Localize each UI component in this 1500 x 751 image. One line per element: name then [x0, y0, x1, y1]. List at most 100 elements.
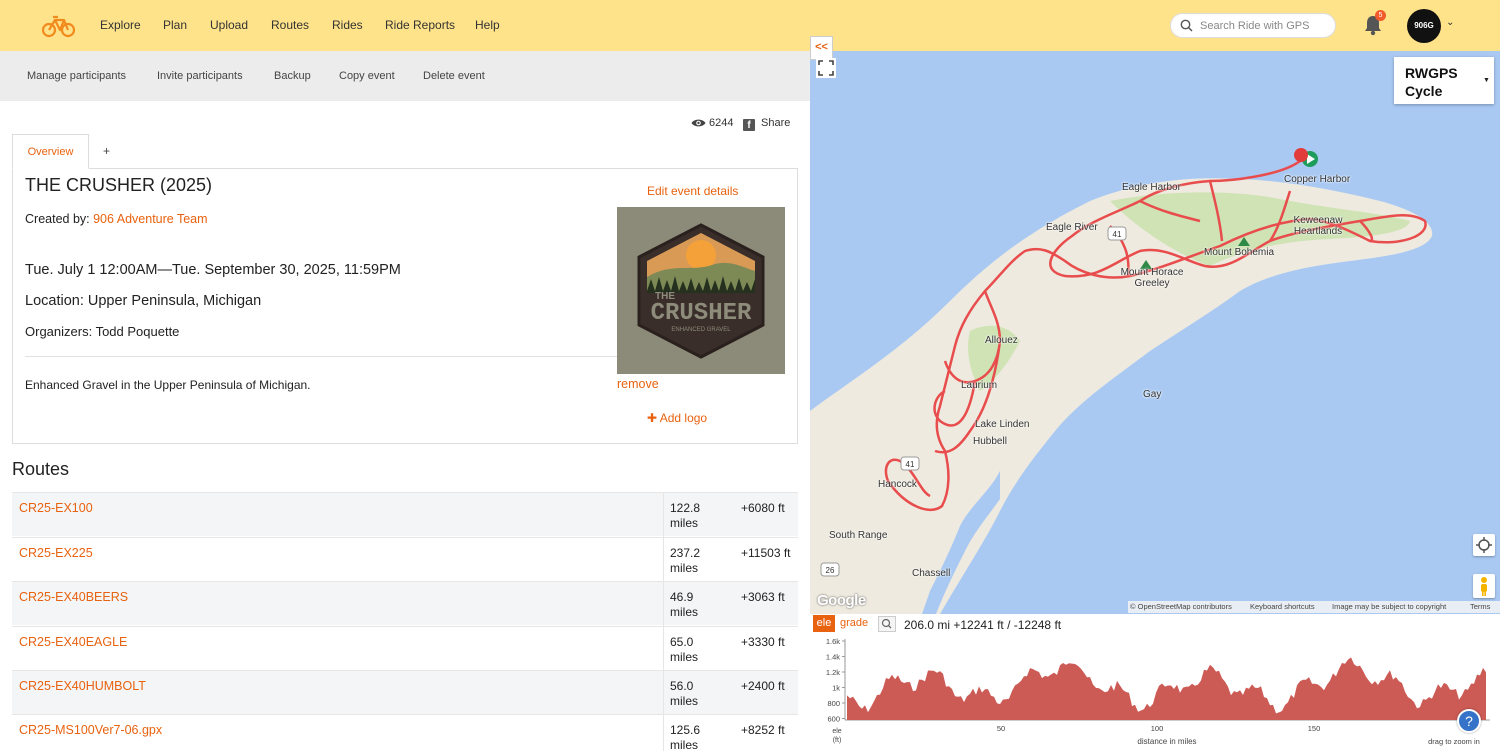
- top-nav: Explore Plan Upload Routes Rides Ride Re…: [0, 0, 1500, 51]
- table-row[interactable]: CR25-EX100 122.8 miles +6080 ft: [12, 492, 798, 537]
- y-tick-label: 800: [827, 699, 840, 708]
- invite-participants-button[interactable]: Invite participants: [157, 70, 243, 82]
- column-divider: [663, 715, 664, 751]
- x-axis-label: distance in miles: [1137, 737, 1196, 746]
- route-elevation: +2400 ft: [741, 679, 785, 693]
- search-icon: [1180, 19, 1193, 32]
- backup-button[interactable]: Backup: [274, 70, 311, 82]
- nav-upload[interactable]: Upload: [210, 18, 248, 32]
- logo-text-crusher: CRUSHER: [651, 300, 752, 327]
- table-row[interactable]: CR25-EX40HUMBOLT 56.0 miles +2400 ft: [12, 670, 798, 715]
- route-distance: 46.9 miles: [670, 590, 718, 620]
- distance-value: 125.6: [670, 723, 701, 737]
- caret-down-icon: ▼: [1483, 77, 1490, 84]
- route-distance: 125.6 miles: [670, 723, 718, 751]
- osm-attribution[interactable]: © OpenStreetMap contributors: [1130, 602, 1232, 611]
- locate-button[interactable]: [1473, 534, 1495, 556]
- distance-unit: miles: [670, 694, 699, 708]
- collapse-sidebar-button[interactable]: <<: [810, 36, 833, 60]
- organizer-link[interactable]: 906 Adventure Team: [93, 212, 207, 226]
- fullscreen-button[interactable]: [816, 58, 836, 78]
- fullscreen-icon: [818, 60, 834, 76]
- table-row[interactable]: CR25-EX40EAGLE 65.0 miles +3330 ft: [12, 626, 798, 671]
- manage-participants-button[interactable]: Manage participants: [27, 70, 126, 82]
- tab-overview[interactable]: Overview: [12, 134, 89, 169]
- map-type-label: RWGPS Cycle: [1405, 65, 1458, 99]
- chevron-down-icon[interactable]: ⌄: [1446, 17, 1454, 28]
- nav-routes[interactable]: Routes: [271, 18, 309, 32]
- table-row[interactable]: CR25-EX225 237.2 miles +11503 ft: [12, 537, 798, 582]
- keyboard-shortcuts-link[interactable]: Keyboard shortcuts: [1250, 602, 1315, 611]
- map-type-select[interactable]: RWGPS Cycle ▼: [1394, 57, 1494, 104]
- bicycle-logo-icon[interactable]: [42, 12, 76, 38]
- route-name-link[interactable]: CR25-EX40BEERS: [19, 590, 128, 604]
- search-input[interactable]: Search Ride with GPS: [1170, 13, 1336, 38]
- share-button[interactable]: f Share: [743, 117, 790, 131]
- route-elevation: +3330 ft: [741, 635, 785, 649]
- avatar[interactable]: 906G: [1407, 9, 1441, 43]
- add-logo-label: Add logo: [659, 411, 708, 425]
- route-distance: 122.8 miles: [670, 501, 718, 531]
- route-map[interactable]: 41 41 26: [810, 51, 1500, 614]
- crosshair-icon: [1476, 537, 1492, 553]
- route-elevation: +11503 ft: [741, 546, 791, 560]
- nav-plan[interactable]: Plan: [163, 18, 187, 32]
- grade-tab[interactable]: grade: [840, 617, 868, 629]
- map-label: Mount Bohemia: [1204, 247, 1275, 258]
- distance-value: 46.9: [670, 590, 694, 604]
- divider: [25, 356, 618, 357]
- road-shield-label: 26: [826, 566, 835, 575]
- routes-heading: Routes: [12, 459, 70, 479]
- zoom-button[interactable]: [878, 616, 896, 632]
- zoom-icon: [881, 618, 892, 629]
- copy-event-button[interactable]: Copy event: [339, 70, 395, 82]
- delete-event-button[interactable]: Delete event: [423, 70, 485, 82]
- route-name-link[interactable]: CR25-EX100: [19, 501, 93, 515]
- remove-logo-link[interactable]: remove: [617, 377, 659, 391]
- copyright-link[interactable]: Image may be subject to copyright: [1332, 602, 1446, 611]
- elevation-chart[interactable]: 1.6k 1.4k 1.2k 1k 800 600 50 100 150 ele (ft) d…: [810, 634, 1500, 751]
- pegman-icon: [1481, 577, 1487, 596]
- route-name-link[interactable]: CR25-MS100Ver7-06.gpx: [19, 723, 162, 737]
- zoom-hint: drag to zoom in: [1428, 737, 1480, 746]
- nav-ride-reports[interactable]: Ride Reports: [385, 18, 455, 32]
- map-label: Eagle River: [1046, 222, 1098, 233]
- column-divider: [663, 671, 664, 715]
- share-label: Share: [761, 117, 791, 129]
- notification-badge: 5: [1375, 10, 1386, 21]
- search-placeholder: Search Ride with GPS: [1200, 20, 1310, 32]
- nav-explore[interactable]: Explore: [100, 18, 141, 32]
- elevation-tab[interactable]: ele: [813, 615, 835, 632]
- route-name-link[interactable]: CR25-EX40EAGLE: [19, 635, 127, 649]
- nav-help[interactable]: Help: [475, 18, 500, 32]
- add-logo-button[interactable]: ✚ Add logo: [647, 411, 707, 425]
- elevation-summary: 206.0 mi +12241 ft / -12248 ft: [904, 618, 1062, 632]
- terms-link[interactable]: Terms: [1470, 602, 1490, 611]
- x-tick-label: 100: [1151, 724, 1164, 733]
- map-label: Laurium: [961, 380, 998, 391]
- google-logo: Google: [817, 592, 866, 609]
- road-shield-label: 41: [906, 460, 915, 469]
- facebook-icon: f: [743, 119, 755, 131]
- route-distance: 56.0 miles: [670, 679, 718, 709]
- y-tick-label: 1.6k: [826, 637, 840, 646]
- route-name-link[interactable]: CR25-EX40HUMBOLT: [19, 679, 146, 693]
- add-tab-button[interactable]: +: [103, 144, 110, 158]
- map-attribution: © OpenStreetMap contributors Keyboard sh…: [1128, 601, 1500, 613]
- map-label: Keweenaw Heartlands: [1293, 215, 1343, 237]
- created-by: Created by: 906 Adventure Team: [25, 212, 208, 226]
- table-row[interactable]: CR25-MS100Ver7-06.gpx 125.6 miles +8252 f…: [12, 714, 798, 751]
- route-name-link[interactable]: CR25-EX225: [19, 546, 93, 560]
- map-label: Chassell: [912, 568, 951, 579]
- edit-event-details-link[interactable]: Edit event details: [647, 184, 738, 198]
- event-organizers: Organizers: Todd Poquette: [25, 324, 180, 339]
- distance-value: 65.0: [670, 635, 694, 649]
- end-marker[interactable]: [1294, 148, 1308, 162]
- route-elevation: +6080 ft: [741, 501, 785, 515]
- nav-rides[interactable]: Rides: [332, 18, 363, 32]
- event-description: Enhanced Gravel in the Upper Peninsula o…: [25, 378, 311, 392]
- y-tick-label: 1k: [832, 684, 840, 693]
- table-row[interactable]: CR25-EX40BEERS 46.9 miles +3063 ft: [12, 581, 798, 626]
- street-view-button[interactable]: [1473, 574, 1495, 598]
- help-button[interactable]: ?: [1457, 709, 1481, 733]
